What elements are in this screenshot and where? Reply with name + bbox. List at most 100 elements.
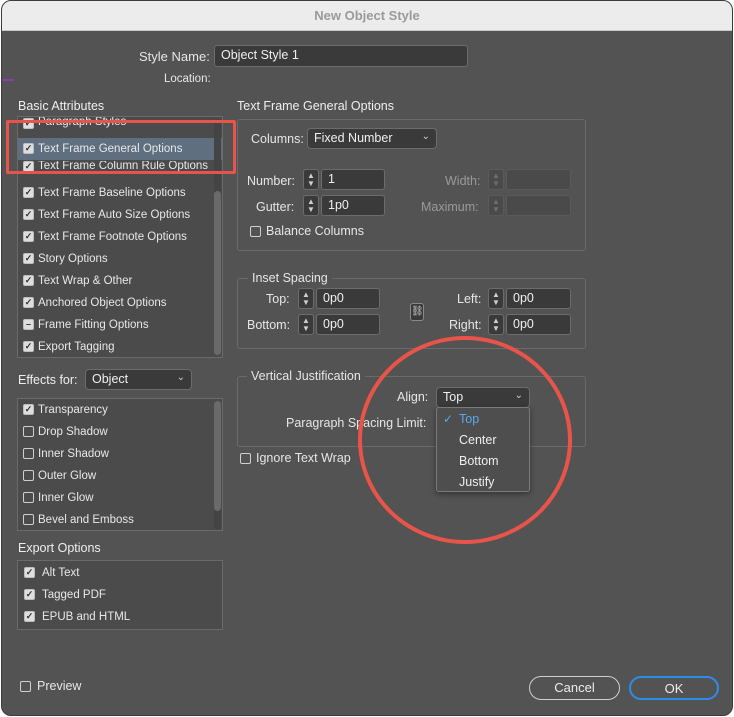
list-item[interactable]: ✓ EPUB and HTML (18, 606, 222, 628)
checkbox-mixed[interactable]: – (23, 319, 34, 330)
style-name-label: Style Name: (139, 49, 210, 64)
number-input[interactable]: 1 (321, 169, 385, 190)
ignore-text-wrap-checkbox[interactable] (240, 453, 251, 464)
list-item-label: Outer Glow (38, 470, 97, 482)
list-item[interactable]: ✓ Text Frame Footnote Options (18, 226, 222, 248)
panel-title: Text Frame General Options (237, 99, 395, 113)
list-item[interactable]: Inner Glow (18, 487, 222, 509)
highlight-rectangle (6, 120, 236, 174)
right-stepper[interactable]: ▲ ▼ (488, 314, 504, 335)
list-item[interactable]: ✓ Alt Text (18, 562, 222, 584)
bottom-stepper[interactable]: ▲ ▼ (298, 314, 314, 335)
checkbox[interactable]: ✓ (23, 187, 34, 198)
list-item[interactable]: ✓ Story Options (18, 248, 222, 270)
maximum-stepper[interactable]: ▲ ▼ (488, 195, 504, 216)
columns-value: Fixed Number (314, 131, 393, 145)
list-item-label: Inner Glow (38, 492, 94, 504)
list-item-label: Text Frame Baseline Options (38, 187, 186, 199)
list-item[interactable]: – Frame Fitting Options (18, 314, 222, 336)
left-stepper[interactable]: ▲ ▼ (488, 288, 504, 309)
export-options-list: ✓ Alt Text ✓ Tagged PDF ✓ EPUB and HTML (17, 560, 223, 630)
checkbox[interactable] (23, 426, 34, 437)
list-item-label: Story Options (38, 253, 108, 265)
top-label: Top: (266, 292, 290, 306)
balance-columns-label: Balance Columns (266, 224, 364, 238)
effects-for-select[interactable]: Object ⌄ (85, 369, 192, 390)
checkbox[interactable]: ✓ (23, 297, 34, 308)
export-options-heading: Export Options (18, 541, 101, 555)
vertical-justification-heading: Vertical Justification (247, 369, 365, 383)
checkbox[interactable] (23, 470, 34, 481)
maximum-label: Maximum: (421, 200, 479, 214)
width-input[interactable] (506, 169, 571, 190)
window-title: New Object Style (2, 1, 732, 31)
number-label: Number: (247, 174, 295, 188)
list-item[interactable]: ✓ Tagged PDF (18, 584, 222, 606)
ok-button[interactable]: OK (629, 676, 719, 700)
ignore-text-wrap-label: Ignore Text Wrap (256, 451, 351, 465)
list-item-label: Tagged PDF (42, 589, 106, 601)
top-stepper[interactable]: ▲ ▼ (298, 288, 314, 309)
effects-list: ✓ Transparency Drop Shadow Inner Shadow … (17, 398, 223, 531)
list-item[interactable]: ✓ Text Frame Auto Size Options (18, 204, 222, 226)
checkbox[interactable]: ✓ (23, 209, 34, 220)
right-label: Right: (449, 318, 482, 332)
list-item-label: EPUB and HTML (42, 611, 131, 623)
list-item[interactable]: ✓ Anchored Object Options (18, 292, 222, 314)
list-item-label: Inner Shadow (38, 448, 109, 460)
list-item-label: Export Tagging (38, 341, 115, 353)
chain-link-icon[interactable]: ⛓ (410, 303, 424, 321)
list-item-label: Text Frame Auto Size Options (38, 209, 191, 221)
gutter-input[interactable]: 1p0 (321, 195, 385, 216)
list-item[interactable]: Outer Glow (18, 465, 222, 487)
list-item[interactable]: Bevel and Emboss (18, 509, 222, 530)
list-item[interactable]: ✓ Export Tagging (18, 336, 222, 357)
gutter-stepper[interactable]: ▲ ▼ (303, 195, 319, 216)
list-item[interactable]: ✓ Text Frame Baseline Options (18, 182, 222, 204)
new-object-style-dialog: New Object Style Style Name: Object Styl… (1, 0, 733, 716)
chevron-down-icon: ⌄ (421, 131, 430, 142)
checkbox[interactable] (23, 448, 34, 459)
scrollbar-thumb[interactable] (214, 401, 221, 511)
scrollbar-thumb[interactable] (214, 191, 221, 355)
checkbox[interactable]: ✓ (24, 589, 35, 600)
columns-select[interactable]: Fixed Number ⌄ (307, 128, 437, 149)
basic-attributes-heading: Basic Attributes (18, 99, 105, 113)
list-item-label: Frame Fitting Options (38, 319, 149, 331)
list-item-label: Text Wrap & Other (38, 275, 133, 287)
number-stepper[interactable]: ▲ ▼ (303, 169, 319, 190)
cancel-button[interactable]: Cancel (529, 676, 620, 700)
list-item[interactable]: ✓ Transparency (18, 399, 222, 421)
list-item[interactable]: Drop Shadow (18, 421, 222, 443)
top-input[interactable]: 0p0 (316, 288, 380, 309)
maximum-input[interactable] (506, 195, 571, 216)
highlight-circle (358, 336, 572, 544)
width-label: Width: (445, 174, 481, 188)
list-item-label: Alt Text (42, 567, 80, 579)
effects-for-label: Effects for: (18, 373, 78, 387)
right-input[interactable]: 0p0 (506, 314, 571, 335)
checkbox[interactable]: ✓ (24, 611, 35, 622)
inset-spacing-heading: Inset Spacing (248, 271, 332, 285)
preview-checkbox[interactable] (20, 681, 31, 692)
scrollbar[interactable] (214, 401, 221, 530)
balance-columns-checkbox[interactable] (250, 226, 261, 237)
list-item-label: Anchored Object Options (38, 297, 167, 309)
left-input[interactable]: 0p0 (506, 288, 571, 309)
checkbox[interactable]: ✓ (23, 275, 34, 286)
effects-for-value: Object (92, 372, 129, 386)
bottom-input[interactable]: 0p0 (316, 314, 380, 335)
list-item[interactable]: ✓ Text Wrap & Other (18, 270, 222, 292)
checkbox[interactable]: ✓ (23, 231, 34, 242)
checkbox[interactable]: ✓ (23, 404, 34, 415)
checkbox[interactable] (23, 492, 34, 503)
gutter-label: Gutter: (256, 200, 295, 214)
style-name-input[interactable]: Object Style 1 (214, 45, 468, 67)
checkbox[interactable]: ✓ (23, 341, 34, 352)
checkbox[interactable]: ✓ (24, 567, 35, 578)
checkbox[interactable] (23, 514, 34, 525)
checkbox[interactable]: ✓ (23, 253, 34, 264)
left-label: Left: (457, 292, 482, 306)
width-stepper[interactable]: ▲ ▼ (488, 169, 504, 190)
list-item[interactable]: Inner Shadow (18, 443, 222, 465)
